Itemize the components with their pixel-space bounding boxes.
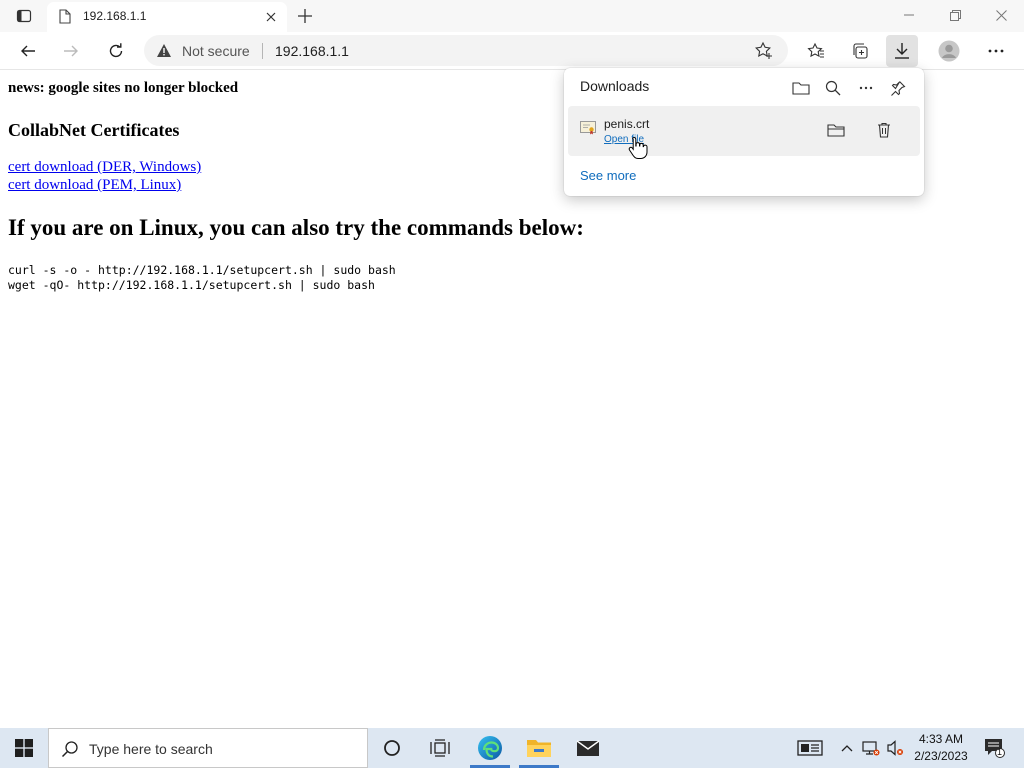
hand-cursor-icon (628, 136, 648, 165)
cortana-icon[interactable] (368, 728, 416, 768)
task-view-icon[interactable] (416, 728, 464, 768)
tab-title: 192.168.1.1 (83, 9, 147, 23)
download-filename: penis.crt (604, 117, 650, 131)
title-bar: 192.168.1.1 (0, 0, 1024, 32)
wget-command: wget -qO- http://192.168.1.1/setupcert.s… (8, 278, 375, 292)
notifications-icon[interactable]: 1 (980, 728, 1010, 768)
new-tab-button[interactable] (293, 5, 317, 27)
edge-browser-icon[interactable] (466, 728, 514, 768)
network-icon[interactable] (860, 728, 882, 768)
search-downloads-icon[interactable] (819, 74, 847, 102)
download-item[interactable]: penis.crt Open file (568, 106, 920, 156)
downloads-panel: Downloads penis.crt Open file See more (564, 68, 924, 196)
show-hidden-icons-chevron-icon[interactable] (836, 728, 858, 768)
certificates-heading: CollabNet Certificates (8, 120, 180, 140)
notification-count-badge: 1 (997, 747, 1003, 757)
cert-download-der-link[interactable]: cert download (DER, Windows) (8, 159, 201, 176)
collections-icon[interactable] (844, 35, 876, 67)
clock-date: 2/23/2023 (914, 749, 968, 763)
delete-icon[interactable] (870, 116, 898, 144)
favorites-icon[interactable] (800, 35, 832, 67)
curl-command: curl -s -o - http://192.168.1.1/setupcer… (8, 263, 396, 277)
add-favorite-icon[interactable] (754, 41, 774, 66)
cert-download-pem-link[interactable]: cert download (PEM, Linux) (8, 177, 181, 194)
mail-icon[interactable] (564, 728, 612, 768)
address-bar[interactable]: Not secure 192.168.1.1 (144, 35, 788, 66)
forward-button[interactable] (55, 35, 87, 67)
downloads-button[interactable] (886, 35, 918, 67)
address-separator (262, 43, 263, 59)
search-placeholder: Type here to search (89, 741, 213, 757)
system-clock[interactable]: 4:33 AM 2/23/2023 (905, 731, 977, 765)
security-status[interactable]: Not secure (182, 43, 250, 59)
browser-tab[interactable]: 192.168.1.1 (47, 2, 287, 32)
linux-commands-heading: If you are on Linux, you can also try th… (8, 215, 584, 240)
browser-toolbar: Not secure 192.168.1.1 (0, 32, 1024, 70)
news-banner: news: google sites no longer blocked (8, 80, 239, 96)
windows-start-icon[interactable] (0, 728, 48, 768)
url-text[interactable]: 192.168.1.1 (275, 43, 349, 59)
warning-icon[interactable] (156, 43, 172, 63)
volume-muted-icon[interactable] (884, 728, 906, 768)
show-in-folder-icon[interactable] (822, 116, 850, 144)
settings-more-icon[interactable] (980, 35, 1012, 67)
restore-button[interactable] (932, 0, 978, 30)
taskbar-search-box[interactable]: Type here to search (48, 728, 368, 768)
open-downloads-folder-icon[interactable] (787, 74, 815, 102)
page-icon (59, 9, 71, 24)
file-explorer-icon[interactable] (515, 728, 563, 768)
close-tab-icon[interactable] (261, 7, 281, 27)
minimize-button[interactable] (886, 0, 932, 30)
refresh-button[interactable] (100, 35, 132, 67)
close-window-button[interactable] (978, 0, 1024, 30)
downloads-title: Downloads (580, 78, 650, 94)
news-widget-icon[interactable] (790, 728, 830, 768)
certificate-file-icon (580, 121, 596, 140)
pin-icon[interactable] (884, 74, 912, 102)
profile-avatar[interactable] (933, 35, 965, 67)
more-options-icon[interactable] (852, 74, 880, 102)
taskbar: Type here to search 4:33 AM 2/23/2023 1 (0, 728, 1024, 768)
see-more-link[interactable]: See more (580, 168, 636, 183)
search-icon (61, 740, 79, 763)
back-button[interactable] (12, 35, 44, 67)
clock-time: 4:33 AM (918, 732, 964, 746)
tab-actions-icon[interactable] (8, 4, 40, 28)
